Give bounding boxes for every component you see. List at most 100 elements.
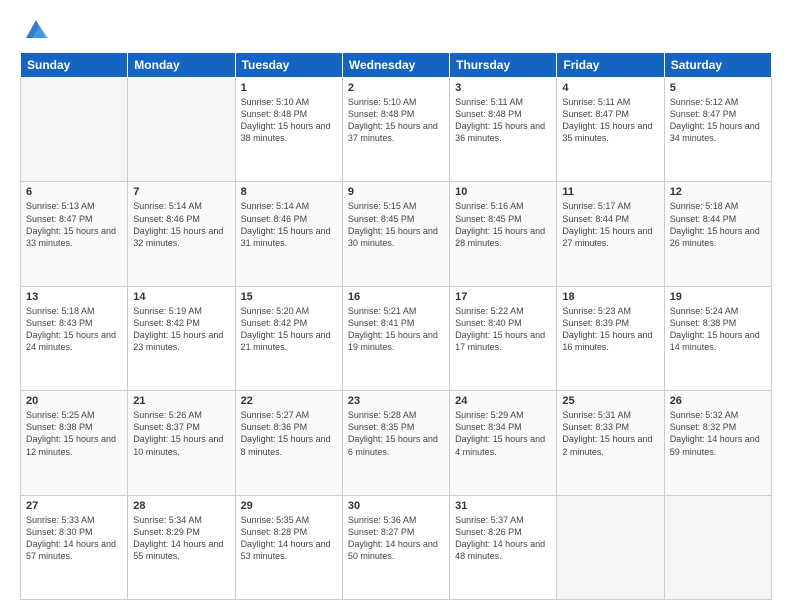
day-number: 5 <box>670 82 766 94</box>
calendar-cell: 19 Sunrise: 5:24 AM Sunset: 8:38 PM Dayli… <box>664 286 771 390</box>
calendar-cell: 4 Sunrise: 5:11 AM Sunset: 8:47 PM Daylig… <box>557 78 664 182</box>
day-info: Sunrise: 5:35 AM Sunset: 8:28 PM Dayligh… <box>241 514 337 563</box>
day-number: 3 <box>455 82 551 94</box>
day-number: 23 <box>348 395 444 407</box>
day-info: Sunrise: 5:10 AM Sunset: 8:48 PM Dayligh… <box>348 96 444 145</box>
day-number: 16 <box>348 291 444 303</box>
day-info: Sunrise: 5:14 AM Sunset: 8:46 PM Dayligh… <box>133 200 229 249</box>
day-number: 10 <box>455 186 551 198</box>
day-number: 7 <box>133 186 229 198</box>
day-number: 26 <box>670 395 766 407</box>
day-info: Sunrise: 5:36 AM Sunset: 8:27 PM Dayligh… <box>348 514 444 563</box>
day-number: 4 <box>562 82 658 94</box>
logo <box>20 16 50 44</box>
calendar-cell: 11Sunrise: 5:17 AM Sunset: 8:44 PM Dayli… <box>557 182 664 286</box>
day-number: 22 <box>241 395 337 407</box>
day-info: Sunrise: 5:18 AM Sunset: 8:44 PM Dayligh… <box>670 200 766 249</box>
calendar-cell: 10Sunrise: 5:16 AM Sunset: 8:45 PM Dayli… <box>450 182 557 286</box>
day-number: 27 <box>26 500 122 512</box>
calendar-week-2: 6 Sunrise: 5:13 AM Sunset: 8:47 PM Daylig… <box>21 182 772 286</box>
day-info: Sunrise: 5:27 AM Sunset: 8:36 PM Dayligh… <box>241 409 337 458</box>
day-info: Sunrise: 5:37 AM Sunset: 8:26 PM Dayligh… <box>455 514 551 563</box>
calendar-cell: 30 Sunrise: 5:36 AM Sunset: 8:27 PM Dayli… <box>342 495 449 599</box>
logo-icon <box>22 16 50 44</box>
day-info: Sunrise: 5:24 AM Sunset: 8:38 PM Dayligh… <box>670 305 766 354</box>
day-number: 28 <box>133 500 229 512</box>
calendar-cell: 23 Sunrise: 5:28 AM Sunset: 8:35 PM Dayli… <box>342 391 449 495</box>
weekday-wednesday: Wednesday <box>342 53 449 78</box>
day-info: Sunrise: 5:34 AM Sunset: 8:29 PM Dayligh… <box>133 514 229 563</box>
day-number: 15 <box>241 291 337 303</box>
day-number: 8 <box>241 186 337 198</box>
calendar-cell: 17 Sunrise: 5:22 AM Sunset: 8:40 PM Dayli… <box>450 286 557 390</box>
calendar-cell: 14 Sunrise: 5:19 AM Sunset: 8:42 PM Dayli… <box>128 286 235 390</box>
day-info: Sunrise: 5:19 AM Sunset: 8:42 PM Dayligh… <box>133 305 229 354</box>
calendar-cell <box>21 78 128 182</box>
day-info: Sunrise: 5:20 AM Sunset: 8:42 PM Dayligh… <box>241 305 337 354</box>
day-number: 2 <box>348 82 444 94</box>
day-info: Sunrise: 5:21 AM Sunset: 8:41 PM Dayligh… <box>348 305 444 354</box>
day-info: Sunrise: 5:11 AM Sunset: 8:47 PM Dayligh… <box>562 96 658 145</box>
day-number: 31 <box>455 500 551 512</box>
day-info: Sunrise: 5:13 AM Sunset: 8:47 PM Dayligh… <box>26 200 122 249</box>
day-info: Sunrise: 5:28 AM Sunset: 8:35 PM Dayligh… <box>348 409 444 458</box>
day-number: 12 <box>670 186 766 198</box>
day-info: Sunrise: 5:33 AM Sunset: 8:30 PM Dayligh… <box>26 514 122 563</box>
calendar-cell: 8 Sunrise: 5:14 AM Sunset: 8:46 PM Daylig… <box>235 182 342 286</box>
calendar-week-3: 13Sunrise: 5:18 AM Sunset: 8:43 PM Dayli… <box>21 286 772 390</box>
calendar-cell: 31 Sunrise: 5:37 AM Sunset: 8:26 PM Dayli… <box>450 495 557 599</box>
day-number: 30 <box>348 500 444 512</box>
day-info: Sunrise: 5:26 AM Sunset: 8:37 PM Dayligh… <box>133 409 229 458</box>
calendar-cell: 24 Sunrise: 5:29 AM Sunset: 8:34 PM Dayli… <box>450 391 557 495</box>
day-info: Sunrise: 5:12 AM Sunset: 8:47 PM Dayligh… <box>670 96 766 145</box>
day-info: Sunrise: 5:25 AM Sunset: 8:38 PM Dayligh… <box>26 409 122 458</box>
day-number: 24 <box>455 395 551 407</box>
day-number: 20 <box>26 395 122 407</box>
day-number: 6 <box>26 186 122 198</box>
calendar-cell: 20 Sunrise: 5:25 AM Sunset: 8:38 PM Dayli… <box>21 391 128 495</box>
calendar-cell: 21 Sunrise: 5:26 AM Sunset: 8:37 PM Dayli… <box>128 391 235 495</box>
day-info: Sunrise: 5:31 AM Sunset: 8:33 PM Dayligh… <box>562 409 658 458</box>
day-info: Sunrise: 5:29 AM Sunset: 8:34 PM Dayligh… <box>455 409 551 458</box>
weekday-monday: Monday <box>128 53 235 78</box>
calendar-week-1: 1 Sunrise: 5:10 AM Sunset: 8:48 PM Daylig… <box>21 78 772 182</box>
calendar-week-4: 20 Sunrise: 5:25 AM Sunset: 8:38 PM Dayli… <box>21 391 772 495</box>
calendar-cell: 7 Sunrise: 5:14 AM Sunset: 8:46 PM Daylig… <box>128 182 235 286</box>
day-number: 18 <box>562 291 658 303</box>
day-number: 25 <box>562 395 658 407</box>
day-number: 19 <box>670 291 766 303</box>
day-info: Sunrise: 5:23 AM Sunset: 8:39 PM Dayligh… <box>562 305 658 354</box>
calendar-cell: 12 Sunrise: 5:18 AM Sunset: 8:44 PM Dayli… <box>664 182 771 286</box>
calendar-cell: 28 Sunrise: 5:34 AM Sunset: 8:29 PM Dayli… <box>128 495 235 599</box>
day-number: 13 <box>26 291 122 303</box>
day-info: Sunrise: 5:32 AM Sunset: 8:32 PM Dayligh… <box>670 409 766 458</box>
calendar-cell <box>664 495 771 599</box>
calendar-cell: 3Sunrise: 5:11 AM Sunset: 8:48 PM Daylig… <box>450 78 557 182</box>
day-info: Sunrise: 5:22 AM Sunset: 8:40 PM Dayligh… <box>455 305 551 354</box>
calendar-cell: 29 Sunrise: 5:35 AM Sunset: 8:28 PM Dayli… <box>235 495 342 599</box>
calendar-cell <box>128 78 235 182</box>
calendar-cell: 18 Sunrise: 5:23 AM Sunset: 8:39 PM Dayli… <box>557 286 664 390</box>
weekday-friday: Friday <box>557 53 664 78</box>
weekday-saturday: Saturday <box>664 53 771 78</box>
day-info: Sunrise: 5:10 AM Sunset: 8:48 PM Dayligh… <box>241 96 337 145</box>
calendar-cell: 9Sunrise: 5:15 AM Sunset: 8:45 PM Daylig… <box>342 182 449 286</box>
calendar-cell: 1 Sunrise: 5:10 AM Sunset: 8:48 PM Daylig… <box>235 78 342 182</box>
day-info: Sunrise: 5:14 AM Sunset: 8:46 PM Dayligh… <box>241 200 337 249</box>
calendar-cell: 16 Sunrise: 5:21 AM Sunset: 8:41 PM Dayli… <box>342 286 449 390</box>
calendar-week-5: 27 Sunrise: 5:33 AM Sunset: 8:30 PM Dayli… <box>21 495 772 599</box>
calendar-cell: 27 Sunrise: 5:33 AM Sunset: 8:30 PM Dayli… <box>21 495 128 599</box>
day-number: 14 <box>133 291 229 303</box>
calendar-cell: 13Sunrise: 5:18 AM Sunset: 8:43 PM Dayli… <box>21 286 128 390</box>
day-number: 11 <box>562 186 658 198</box>
calendar-cell <box>557 495 664 599</box>
calendar-cell: 5 Sunrise: 5:12 AM Sunset: 8:47 PM Daylig… <box>664 78 771 182</box>
day-number: 1 <box>241 82 337 94</box>
day-number: 21 <box>133 395 229 407</box>
day-number: 29 <box>241 500 337 512</box>
weekday-thursday: Thursday <box>450 53 557 78</box>
day-number: 17 <box>455 291 551 303</box>
page: SundayMondayTuesdayWednesdayThursdayFrid… <box>0 0 792 612</box>
calendar-cell: 26 Sunrise: 5:32 AM Sunset: 8:32 PM Dayli… <box>664 391 771 495</box>
calendar-cell: 25 Sunrise: 5:31 AM Sunset: 8:33 PM Dayli… <box>557 391 664 495</box>
